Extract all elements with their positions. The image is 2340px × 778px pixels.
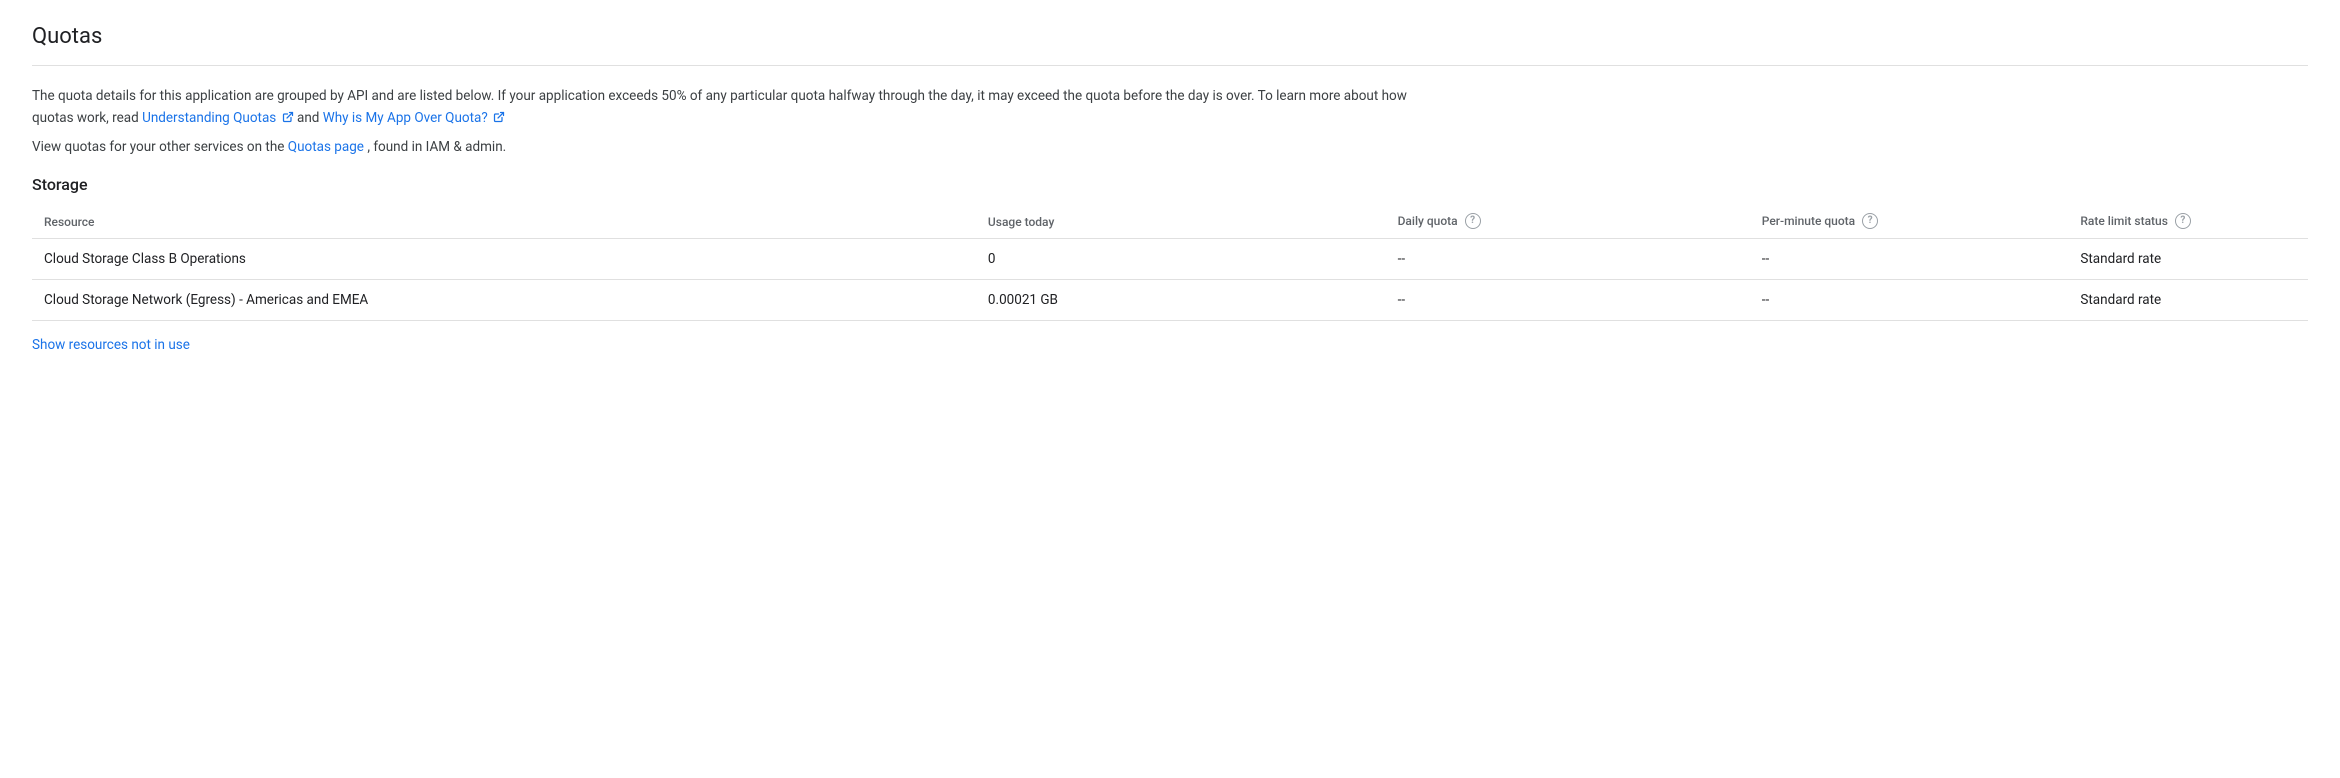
cell-rate-limit-status: Standard rate [2080,238,2308,279]
cell-resource: Cloud Storage Class B Operations [32,238,988,279]
page-title: Quotas [32,24,2308,49]
why-over-quota-link[interactable]: Why is My App Over Quota? [323,110,505,126]
table-row: Cloud Storage Class B Operations0----Sta… [32,238,2308,279]
section-divider [32,65,2308,66]
col-header-daily-quota: Daily quota ? [1398,206,1762,239]
cell-usage-today: 0 [988,238,1398,279]
col-header-rate-limit: Rate limit status ? [2080,206,2308,239]
understanding-quotas-link[interactable]: Understanding Quotas [142,110,297,126]
col-header-resource: Resource [32,206,988,239]
table-header-row: Resource Usage today Daily quota ? Per-m… [32,206,2308,239]
storage-section-title: Storage [32,175,2308,194]
cell-daily-quota: -- [1398,238,1762,279]
description-line1: The quota details for this application a… [32,86,1432,129]
cell-usage-today: 0.00021 GB [988,279,1398,320]
show-resources-link[interactable]: Show resources not in use [32,337,190,353]
page-container: Quotas The quota details for this applic… [0,0,2340,377]
quotas-page-link[interactable]: Quotas page [288,139,364,155]
per-minute-help-icon[interactable]: ? [1862,213,1878,229]
description-line2: View quotas for your other services on t… [32,137,1432,159]
description-link1-mid: and [297,110,323,126]
table-body: Cloud Storage Class B Operations0----Sta… [32,238,2308,320]
daily-quota-help-icon[interactable]: ? [1465,213,1481,229]
external-link-icon-2 [493,111,505,123]
col-header-per-minute: Per-minute quota ? [1762,206,2081,239]
cell-per-minute-quota: -- [1762,279,2081,320]
quota-table: Resource Usage today Daily quota ? Per-m… [32,206,2308,321]
table-row: Cloud Storage Network (Egress) - America… [32,279,2308,320]
rate-limit-help-icon[interactable]: ? [2175,213,2191,229]
cell-resource: Cloud Storage Network (Egress) - America… [32,279,988,320]
external-link-icon-1 [282,111,294,123]
cell-rate-limit-status: Standard rate [2080,279,2308,320]
cell-daily-quota: -- [1398,279,1762,320]
cell-per-minute-quota: -- [1762,238,2081,279]
description-block: The quota details for this application a… [32,86,1432,159]
col-header-usage: Usage today [988,206,1398,239]
